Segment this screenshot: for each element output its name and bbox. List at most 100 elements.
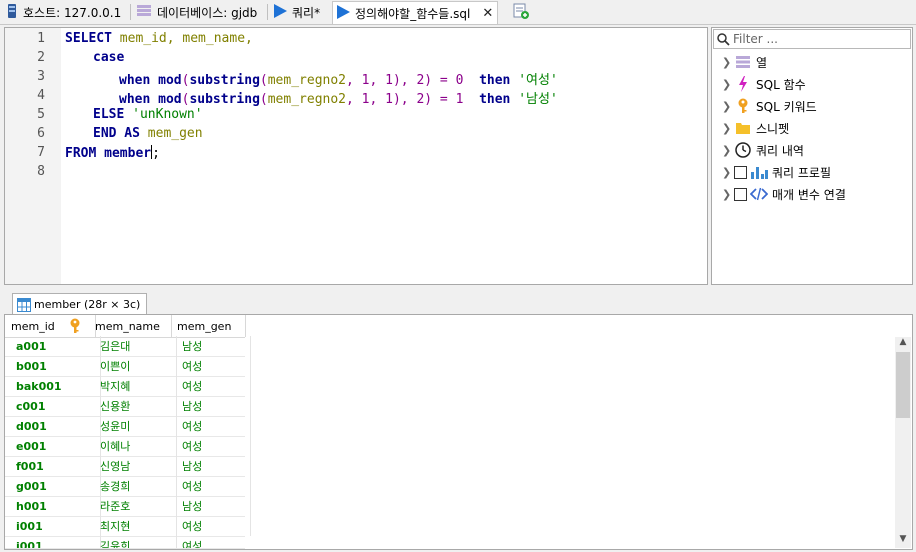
tree-item-columns[interactable]: ❯ 열 (722, 52, 767, 72)
chevron-right-icon[interactable]: ❯ (722, 166, 734, 179)
sql-keyword: when (119, 92, 151, 107)
play-icon (273, 3, 287, 21)
cell-mem-gen[interactable]: 여성 (171, 376, 251, 396)
tab-sql-file[interactable]: 정의해야할_함수들.sql ✕ (332, 1, 499, 24)
cell-mem-gen[interactable]: 여성 (171, 536, 245, 548)
cell-mem-id[interactable]: i001 (5, 516, 101, 536)
tree-item-query-profile[interactable]: ❯ 쿼리 프로필 (722, 162, 831, 182)
tree-item-query-history[interactable]: ❯ 쿼리 내역 (722, 140, 804, 160)
cell-mem-name[interactable]: 박지혜 (89, 376, 177, 396)
new-query-tab-button[interactable] (513, 1, 534, 23)
table-row[interactable]: e001 이혜나 여성 (5, 436, 251, 457)
cell-mem-name[interactable]: 이쁜이 (89, 356, 177, 376)
tab-database[interactable]: 데이터베이스: gjdb (136, 1, 257, 23)
line-number: 6 (37, 126, 45, 141)
cell-mem-gen[interactable]: 여성 (171, 476, 251, 496)
table-row[interactable]: g001 송경희 여성 (5, 476, 251, 497)
cell-mem-id[interactable]: c001 (5, 396, 101, 416)
cell-mem-gen[interactable]: 남성 (171, 456, 251, 476)
vertical-scrollbar[interactable]: ▲ ▼ (895, 337, 911, 548)
cell-mem-name[interactable]: 송경희 (89, 476, 177, 496)
code-line: END AS mem_gen (93, 126, 203, 141)
line-number: 4 (37, 88, 45, 103)
result-tab-label: member (28r × 3c) (34, 298, 141, 311)
cell-mem-name[interactable]: 이혜나 (89, 436, 177, 456)
cell-mem-name[interactable]: 신용환 (89, 396, 177, 416)
table-row[interactable]: h001 라준호 남성 (5, 496, 251, 517)
cell-mem-gen[interactable]: 여성 (171, 436, 251, 456)
chevron-right-icon[interactable]: ❯ (722, 100, 734, 113)
chevron-right-icon[interactable]: ❯ (722, 122, 734, 135)
code-line: FROM member; (65, 145, 160, 161)
column-header-mem-name[interactable]: mem_name (89, 315, 172, 337)
table-row[interactable]: f001 신영남 남성 (5, 456, 251, 477)
cell-mem-name[interactable]: 김은대 (89, 336, 177, 356)
cell-mem-id[interactable]: h001 (5, 496, 101, 516)
cell-mem-id[interactable]: b001 (5, 356, 101, 376)
table-row[interactable]: j001 김윤희 여성 (5, 536, 245, 549)
chevron-right-icon[interactable]: ❯ (722, 56, 734, 69)
cell-mem-gen[interactable]: 여성 (171, 416, 251, 436)
table-row[interactable]: d001 성윤미 여성 (5, 416, 251, 437)
tree-item-sql-keywords[interactable]: ❯ SQL 키워드 (722, 96, 817, 116)
code-icon (750, 186, 768, 202)
tree-item-snippets[interactable]: ❯ 스니펫 (722, 118, 789, 138)
table-row[interactable]: c001 신용환 남성 (5, 396, 251, 417)
cell-mem-id[interactable]: g001 (5, 476, 101, 496)
cell-mem-gen[interactable]: 남성 (171, 336, 251, 356)
checkbox[interactable] (734, 165, 747, 179)
sql-function: mod (158, 92, 182, 107)
table-row[interactable]: bak001 박지혜 여성 (5, 376, 251, 397)
cell-mem-id[interactable]: e001 (5, 436, 101, 456)
tree-item-bind-params[interactable]: ❯ 매개 변수 연결 (722, 184, 846, 204)
cell-mem-name[interactable]: 최지현 (89, 516, 177, 536)
filter-input[interactable]: Filter ... (713, 29, 911, 49)
sql-editor[interactable]: 1 2 3 4 5 6 7 8 SELECT mem_id, mem_name,… (4, 27, 708, 285)
cell-mem-id[interactable]: d001 (5, 416, 101, 436)
cell-mem-id[interactable]: a001 (5, 336, 101, 356)
table-row[interactable]: i001 최지현 여성 (5, 516, 251, 537)
sql-paren: ( (259, 73, 268, 88)
cell-mem-name[interactable]: 성윤미 (89, 416, 177, 436)
column-header-mem-id[interactable]: mem_id (5, 315, 96, 337)
tab-label: 쿼리* (292, 5, 321, 20)
sql-function: substring (189, 92, 260, 107)
cell-mem-id[interactable]: j001 (5, 536, 101, 548)
scrollbar-thumb[interactable] (896, 352, 910, 418)
sql-numbers: , 1, 1), 2) = 0 (346, 73, 464, 88)
tab-query[interactable]: 쿼리* (273, 1, 320, 23)
chevron-right-icon[interactable]: ❯ (722, 144, 734, 157)
result-tab[interactable]: member (28r × 3c) (12, 293, 148, 315)
chevron-right-icon[interactable]: ❯ (722, 188, 734, 201)
tab-label: 정의해야할_함수들.sql (355, 6, 471, 21)
cell-mem-id[interactable]: bak001 (5, 376, 101, 396)
tree-item-label: 스니펫 (756, 121, 790, 136)
sql-string: 'unKnown' (132, 107, 203, 122)
tab-bar: 호스트: 127.0.0.1 데이터베이스: gjdb 쿼리* 정의해야할_함수… (0, 0, 916, 25)
sql-keyword: when (119, 73, 151, 88)
sql-function: mod (158, 73, 182, 88)
cell-mem-name[interactable]: 라준호 (89, 496, 177, 516)
cell-mem-gen[interactable]: 남성 (171, 496, 251, 516)
cell-mem-gen[interactable]: 여성 (171, 356, 251, 376)
cell-mem-name[interactable]: 김윤희 (89, 536, 177, 548)
code-line: when mod(substring(mem_regno2, 1, 1), 2)… (119, 69, 558, 88)
table-row[interactable]: a001 김은대 남성 (5, 336, 251, 357)
close-tab-button[interactable]: ✕ (482, 6, 493, 21)
cell-mem-name[interactable]: 신영남 (89, 456, 177, 476)
chevron-right-icon[interactable]: ❯ (722, 78, 734, 91)
tab-host[interactable]: 호스트: 127.0.0.1 (6, 1, 121, 23)
result-grid: mem_id mem_name mem_gen a001 김은대 남성 b001… (4, 314, 913, 550)
cell-mem-id[interactable]: f001 (5, 456, 101, 476)
key-icon (69, 318, 81, 337)
column-header-mem-gen[interactable]: mem_gen (171, 315, 246, 337)
table-row[interactable]: b001 이쁜이 여성 (5, 356, 251, 377)
scroll-up-arrow-icon[interactable]: ▲ (895, 337, 911, 351)
scroll-down-arrow-icon[interactable]: ▼ (895, 534, 911, 548)
sql-table-name: member (104, 146, 152, 161)
tree-item-sql-functions[interactable]: ❯ SQL 함수 (722, 74, 806, 94)
checkbox[interactable] (734, 187, 747, 201)
function-icon (734, 76, 752, 92)
cell-mem-gen[interactable]: 남성 (171, 396, 251, 416)
cell-mem-gen[interactable]: 여성 (171, 516, 251, 536)
